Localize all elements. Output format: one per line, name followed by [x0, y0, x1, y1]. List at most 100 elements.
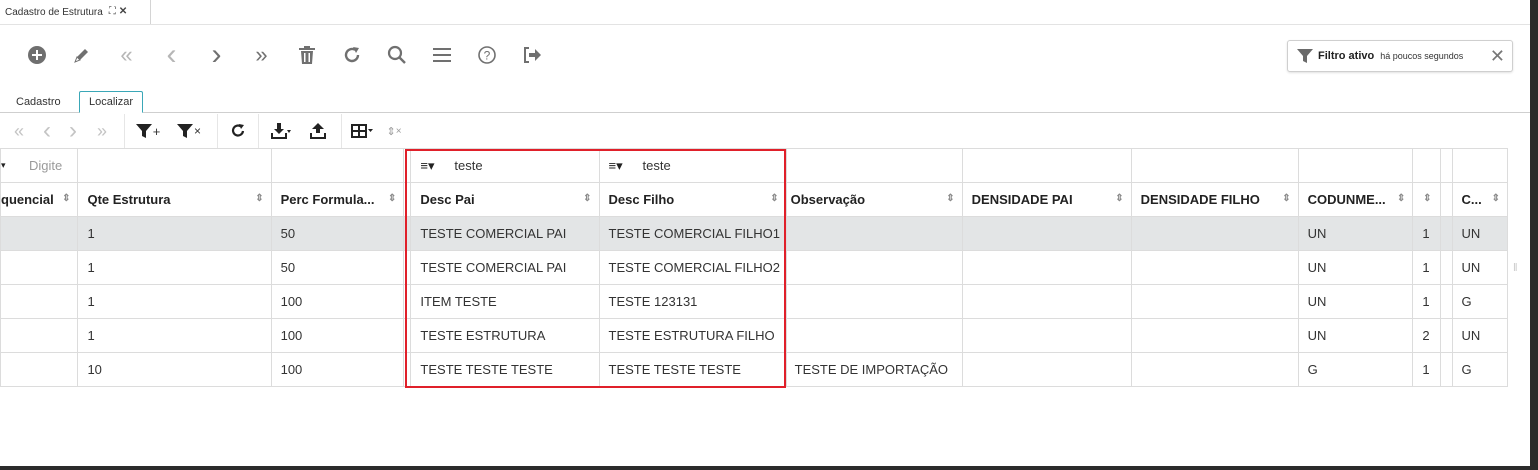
table-cell-c[interactable]: UN	[1451, 318, 1509, 353]
table-cell-cod[interactable]: UN	[1297, 318, 1414, 353]
import-button[interactable]	[303, 114, 333, 148]
table-cell-c[interactable]: G	[1451, 352, 1509, 387]
table-cell-c0[interactable]	[0, 250, 79, 285]
table-cell-obs[interactable]	[785, 250, 963, 285]
filter-cell[interactable]	[1440, 148, 1453, 183]
table-row[interactable]: 1 100 ITEM TESTE TESTE 123131 UN 1 G	[0, 284, 1509, 319]
filter-cell[interactable]	[1130, 148, 1299, 183]
sort-icon[interactable]: ⇕	[946, 193, 954, 204]
export-button[interactable]	[259, 114, 303, 148]
add-button[interactable]	[14, 30, 59, 80]
table-cell-qte[interactable]: 1	[77, 216, 272, 251]
table-cell-dfilho[interactable]	[1130, 352, 1299, 387]
sort-icon[interactable]: ⇕	[1423, 193, 1431, 204]
grid-first-button[interactable]: «	[4, 114, 34, 148]
filter-cell[interactable]	[785, 148, 963, 183]
edit-button[interactable]	[59, 30, 104, 80]
sort-icon[interactable]: ⇕	[1397, 193, 1405, 204]
header-sequencial[interactable]: quencial ⇕	[0, 182, 79, 217]
table-cell-cod[interactable]: UN	[1297, 250, 1414, 285]
table-cell-dpai[interactable]	[961, 216, 1132, 251]
close-icon[interactable]: ✕	[119, 7, 127, 17]
filter-cell-desc-pai[interactable]: ≡▾ teste	[410, 148, 600, 183]
table-cell-pai[interactable]: TESTE COMERCIAL PAI	[410, 216, 600, 251]
table-cell-dfilho[interactable]	[1130, 284, 1299, 319]
tab-localizar[interactable]: Localizar	[79, 91, 144, 113]
table-cell-n[interactable]: 2	[1412, 318, 1442, 353]
table-row[interactable]: 1 100 TESTE ESTRUTURA TESTE ESTRUTURA FILHO…	[0, 318, 1509, 353]
table-cell-filho[interactable]: TESTE TESTE TESTE	[598, 352, 787, 387]
filter-input-desc-pai[interactable]: teste	[454, 158, 482, 173]
header-perc-formula[interactable]: Perc Formula... ⇕	[270, 182, 405, 217]
header-observacao[interactable]: Observação ⇕	[785, 182, 963, 217]
table-cell-n[interactable]: 1	[1412, 352, 1442, 387]
table-cell-cod[interactable]: UN	[1297, 284, 1414, 319]
delete-button[interactable]	[284, 30, 329, 80]
filter-cell[interactable]	[1297, 148, 1414, 183]
table-cell-filho[interactable]: TESTE COMERCIAL FILHO2	[598, 250, 787, 285]
table-cell-c0[interactable]	[0, 216, 79, 251]
help-button[interactable]: ?	[464, 30, 509, 80]
table-cell-obs[interactable]	[785, 318, 963, 353]
first-record-button[interactable]: «	[104, 30, 149, 80]
tab-cadastro[interactable]: Cadastro	[7, 91, 70, 112]
filter-cell[interactable]	[77, 148, 272, 183]
header-qte-estrutura[interactable]: Qte Estrutura ⇕	[77, 182, 272, 217]
table-cell-c0[interactable]	[0, 352, 79, 387]
sort-icon[interactable]: ⇕	[770, 193, 778, 204]
filter-cell[interactable]	[1412, 148, 1442, 183]
table-cell-qte[interactable]: 1	[77, 250, 272, 285]
sort-icon[interactable]: ⇕	[388, 193, 396, 204]
table-row[interactable]: 1 50 TESTE COMERCIAL PAI TESTE COMERCIAL FI…	[0, 250, 1509, 285]
table-cell-filho[interactable]: TESTE 123131	[598, 284, 787, 319]
table-cell-dfilho[interactable]	[1130, 216, 1299, 251]
sort-icon[interactable]: ⇕	[1492, 193, 1500, 204]
header-codunme[interactable]: CODUNME... ⇕	[1297, 182, 1414, 217]
table-cell-filho[interactable]: TESTE ESTRUTURA FILHO	[598, 318, 787, 353]
table-cell-c[interactable]: UN	[1451, 216, 1509, 251]
columns-button[interactable]	[342, 114, 382, 148]
add-filter-button[interactable]: +	[125, 114, 171, 148]
table-cell-perc[interactable]: 100	[270, 284, 405, 319]
sort-icon[interactable]: ⇕	[62, 193, 70, 204]
exit-button[interactable]	[509, 30, 554, 80]
sort-icon[interactable]: ⇕	[1115, 193, 1123, 204]
window-tab[interactable]: Cadastro de Estrutura ⛶ ✕	[0, 0, 151, 24]
filter-input-desc-filho[interactable]: teste	[643, 158, 671, 173]
last-record-button[interactable]: »	[239, 30, 284, 80]
table-cell-qte[interactable]: 10	[77, 352, 272, 387]
grid-next-button[interactable]: ›	[60, 114, 86, 148]
table-cell-filho[interactable]: TESTE COMERCIAL FILHO1	[598, 216, 787, 251]
operator-dropdown-icon[interactable]: ▾	[2, 160, 15, 171]
filter-cell[interactable]	[961, 148, 1132, 183]
table-cell-dpai[interactable]	[961, 250, 1132, 285]
header-desc-filho[interactable]: Desc Filho ⇕	[598, 182, 787, 217]
table-cell-qte[interactable]: 1	[77, 318, 272, 353]
table-cell-n[interactable]: 1	[1412, 284, 1442, 319]
table-row[interactable]: 1 50 TESTE COMERCIAL PAI TESTE COMERCIAL FI…	[0, 216, 1509, 251]
header-desc-pai[interactable]: Desc Pai ⇕	[410, 182, 600, 217]
table-cell-dpai[interactable]	[961, 284, 1132, 319]
sort-icon[interactable]: ⇕	[1282, 193, 1290, 204]
filter-cell[interactable]	[1451, 148, 1509, 183]
table-cell-c[interactable]: G	[1451, 284, 1509, 319]
reload-button[interactable]	[329, 30, 374, 80]
table-cell-perc[interactable]: 100	[270, 352, 405, 387]
table-cell-pai[interactable]: TESTE ESTRUTURA	[410, 318, 600, 353]
next-record-button[interactable]: ›	[194, 30, 239, 80]
table-cell-perc[interactable]: 50	[270, 250, 405, 285]
table-cell-c[interactable]: UN	[1451, 250, 1509, 285]
operator-dropdown-icon[interactable]: ≡▾	[609, 158, 641, 174]
table-row[interactable]: 10 100 TESTE TESTE TESTE TESTE TESTE TESTE T…	[0, 352, 1509, 387]
filter-cell[interactable]	[270, 148, 405, 183]
sort-icon[interactable]: ⇕	[255, 193, 263, 204]
table-cell-perc[interactable]: 50	[270, 216, 405, 251]
grid-refresh-button[interactable]	[218, 114, 258, 148]
table-cell-dpai[interactable]	[961, 352, 1132, 387]
table-cell-c0[interactable]	[0, 284, 79, 319]
table-cell-dpai[interactable]	[961, 318, 1132, 353]
filter-cell[interactable]	[403, 148, 412, 183]
table-cell-n[interactable]: 1	[1412, 250, 1442, 285]
close-filter-icon[interactable]: ✕	[1490, 47, 1505, 65]
table-cell-pai[interactable]: ITEM TESTE	[410, 284, 600, 319]
